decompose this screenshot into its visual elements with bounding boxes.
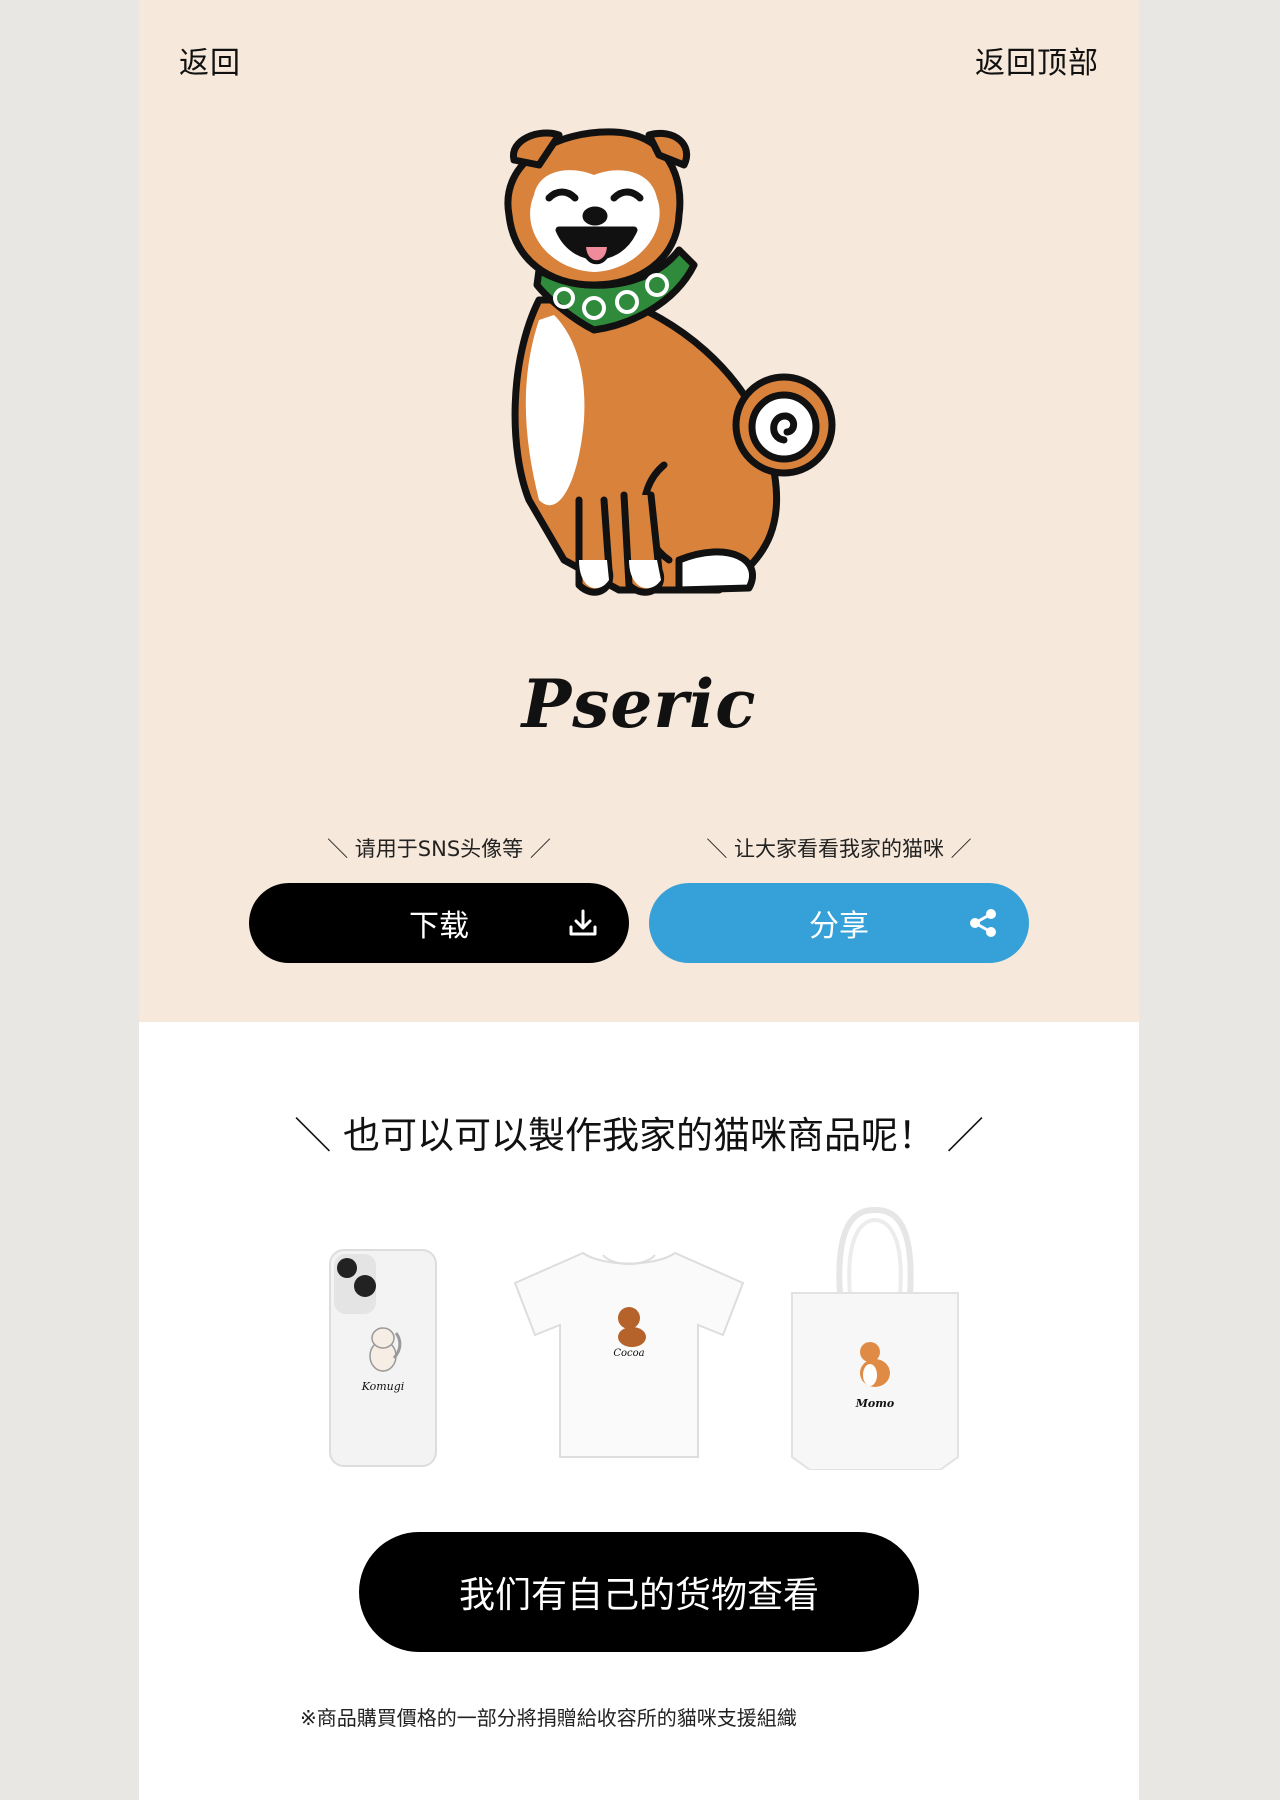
share-button-label: 分享 bbox=[809, 909, 869, 944]
share-caption: ＼ 让大家看看我家的猫咪 ／ bbox=[706, 837, 972, 861]
dog-illustration bbox=[389, 120, 889, 620]
page: 返回 返回顶部 Pseric ＼ 请用于SNS头像等 ／ ＼ 让大家看看我家的猫… bbox=[139, 0, 1139, 1800]
tote-bag-label: Momo bbox=[855, 1397, 895, 1410]
products-heading: ＼ 也可以可以製作我家的猫咪商品呢！ ／ bbox=[294, 1114, 984, 1157]
product-t-shirt[interactable]: Cocoa bbox=[508, 1245, 750, 1465]
product-phone-case[interactable]: Komugi bbox=[328, 1248, 438, 1468]
download-button[interactable]: 下载 bbox=[249, 883, 629, 963]
download-caption: ＼ 请用于SNS头像等 ／ bbox=[327, 837, 551, 861]
t-shirt-label: Cocoa bbox=[613, 1348, 645, 1359]
donation-footnote: ※商品購買價格的一部分將捐贈給收容所的貓咪支援組織 bbox=[300, 1706, 797, 1730]
download-icon bbox=[569, 909, 597, 936]
back-to-top-link[interactable]: 返回顶部 bbox=[975, 38, 1099, 82]
back-link[interactable]: 返回 bbox=[179, 38, 241, 82]
share-button[interactable]: 分享 bbox=[649, 883, 1029, 963]
download-button-label: 下载 bbox=[409, 909, 469, 944]
share-icon bbox=[970, 909, 996, 937]
phone-case-image bbox=[329, 1249, 437, 1467]
view-goods-button[interactable]: 我们有自己的货物查看 bbox=[359, 1532, 919, 1652]
pet-name: Pseric bbox=[521, 665, 757, 743]
tote-bag-image bbox=[791, 1206, 959, 1471]
shiba-dog-illustration bbox=[504, 128, 836, 596]
phone-case-label: Komugi bbox=[361, 1380, 405, 1393]
hero-section: 返回 返回顶部 Pseric ＼ 请用于SNS头像等 ／ ＼ 让大家看看我家的猫… bbox=[139, 0, 1139, 1022]
product-tote-bag[interactable]: Momo bbox=[790, 1205, 960, 1471]
